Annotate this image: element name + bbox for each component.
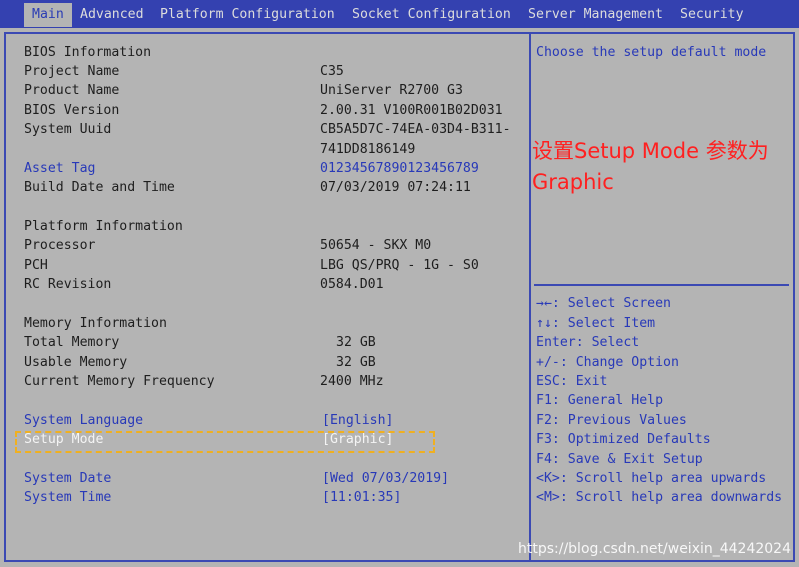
key-f4: F4: Save & Exit Setup <box>536 452 703 467</box>
system-uuid-label: System Uuid <box>24 122 112 137</box>
platform-information-heading: Platform Information <box>24 219 183 234</box>
key-scroll-up: <K>: Scroll help area upwards <box>536 471 767 486</box>
build-date-label: Build Date and Time <box>24 180 175 195</box>
total-memory-label: Total Memory <box>24 335 120 350</box>
help-divider <box>534 284 789 286</box>
key-scroll-down: <M>: Scroll help area downwards <box>536 490 783 505</box>
key-f3: F3: Optimized Defaults <box>536 432 711 447</box>
system-uuid-value-line2: 741DD8186149 <box>320 142 416 157</box>
tab-server-management[interactable]: Server Management <box>528 5 663 25</box>
project-name-label: Project Name <box>24 64 120 79</box>
help-description: Choose the setup default mode <box>536 45 767 60</box>
usable-memory-value: 32 GB <box>336 355 376 370</box>
key-select-screen: →←: Select Screen <box>536 296 671 311</box>
system-time-value[interactable]: [11:01:35] <box>322 488 401 507</box>
key-select-item: ↑↓: Select Item <box>536 316 656 331</box>
rc-revision-value: 0584.D01 <box>320 277 384 292</box>
panel-divider <box>529 32 531 562</box>
memory-information-heading: Memory Information <box>24 316 167 331</box>
key-enter: Enter: Select <box>536 335 640 350</box>
system-time-label[interactable]: System Time <box>24 488 111 507</box>
pch-value: LBG QS/PRQ - 1G - S0 <box>320 258 479 273</box>
memory-frequency-value: 2400 MHz <box>320 374 384 389</box>
usable-memory-label: Usable Memory <box>24 355 128 370</box>
build-date-value: 07/03/2019 07:24:11 <box>320 180 471 195</box>
product-name-value: UniServer R2700 G3 <box>320 83 463 98</box>
key-f1: F1: General Help <box>536 393 664 408</box>
system-date-value[interactable]: [Wed 07/03/2019] <box>322 469 449 488</box>
pch-label: PCH <box>24 258 48 273</box>
setup-mode-highlight-box <box>15 431 435 453</box>
project-name-value: C35 <box>320 64 344 79</box>
menu-bar: Main Advanced Platform Configuration Soc… <box>0 0 799 28</box>
watermark: https://blog.csdn.net/weixin_44242024 <box>517 541 791 557</box>
memory-frequency-label: Current Memory Frequency <box>24 374 215 389</box>
key-f2: F2: Previous Values <box>536 413 687 428</box>
tab-security[interactable]: Security <box>680 5 744 25</box>
total-memory-value: 32 GB <box>336 335 376 350</box>
tab-advanced[interactable]: Advanced <box>80 5 144 25</box>
asset-tag-value[interactable]: 01234567890123456789 <box>320 159 479 178</box>
bios-version-value: 2.00.31 V100R001B02D031 <box>320 103 503 118</box>
tab-platform-configuration[interactable]: Platform Configuration <box>160 5 335 25</box>
system-language-value[interactable]: [English] <box>322 411 393 430</box>
system-language-label[interactable]: System Language <box>24 411 143 430</box>
key-change-option: +/-: Change Option <box>536 355 679 370</box>
system-uuid-value-line1: CB5A5D7C-74EA-03D4-B311- <box>320 122 511 137</box>
key-esc: ESC: Exit <box>536 374 608 389</box>
tab-main[interactable]: Main <box>24 3 72 27</box>
system-date-label[interactable]: System Date <box>24 469 111 488</box>
asset-tag-label[interactable]: Asset Tag <box>24 159 95 178</box>
processor-label: Processor <box>24 238 96 253</box>
rc-revision-label: RC Revision <box>24 277 112 292</box>
product-name-label: Product Name <box>24 83 120 98</box>
bios-information-heading: BIOS Information <box>24 45 152 60</box>
processor-value: 50654 - SKX M0 <box>320 238 432 253</box>
tab-socket-configuration[interactable]: Socket Configuration <box>352 5 511 25</box>
bios-version-label: BIOS Version <box>24 103 120 118</box>
annotation-text: 设置Setup Mode 参数为Graphic <box>532 139 769 194</box>
